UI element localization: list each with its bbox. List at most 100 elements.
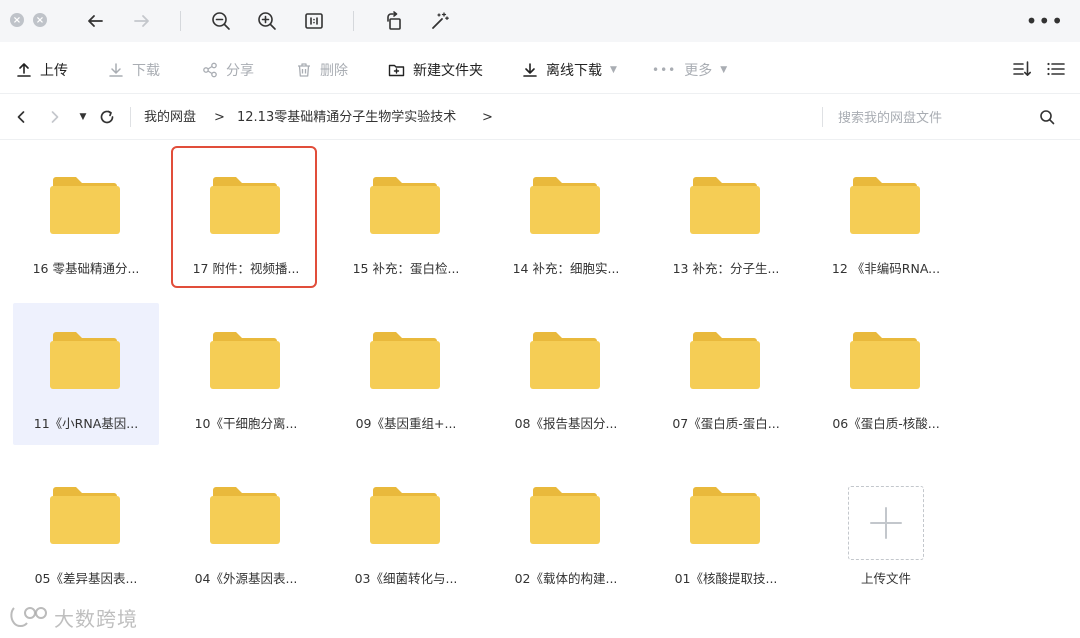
nav-forward-icon[interactable] <box>44 106 66 128</box>
more-options-icon[interactable]: ••• <box>1026 8 1064 34</box>
offline-download-label: 离线下载 <box>546 63 602 79</box>
folder-icon <box>850 332 920 389</box>
folder-label: 16 零基础精通分... <box>32 261 140 276</box>
folder-tile[interactable]: 11《小RNA基因... <box>13 303 159 445</box>
folder-label: 01《核酸提取技... <box>674 571 778 586</box>
folder-icon <box>50 177 120 234</box>
new-folder-icon <box>388 64 405 77</box>
nav-divider <box>130 107 131 127</box>
folder-tile[interactable]: 10《干细胞分离... <box>173 303 319 445</box>
folder-tile[interactable]: 05《差异基因表... <box>13 458 159 600</box>
rotate-icon[interactable] <box>381 8 407 34</box>
folder-label: 07《蛋白质-蛋白... <box>672 416 780 431</box>
upload-dropzone[interactable] <box>848 486 924 560</box>
folder-tile[interactable]: 16 零基础精通分... <box>13 148 159 290</box>
view-controls <box>1012 59 1066 83</box>
folder-tile[interactable]: 06《蛋白质-核酸... <box>813 303 959 445</box>
folder-label: 03《细菌转化与... <box>354 571 458 586</box>
download-icon <box>109 63 123 77</box>
toolbar-divider <box>353 11 354 31</box>
breadcrumb-current[interactable]: 12.13零基础精通分子生物学实验技术 <box>237 108 456 128</box>
breadcrumb-separator: > <box>214 110 225 125</box>
folder-icon <box>50 487 120 544</box>
actual-size-icon[interactable] <box>301 8 327 34</box>
upload-button[interactable]: 上传 <box>16 58 68 82</box>
share-button[interactable]: 分享 <box>202 58 254 82</box>
delete-button[interactable]: 删除 <box>296 58 348 82</box>
folder-label: 04《外源基因表... <box>194 571 298 586</box>
chevron-down-icon: ▼ <box>610 65 617 75</box>
magic-wand-icon[interactable] <box>427 8 453 34</box>
folder-icon <box>370 177 440 234</box>
delete-label: 删除 <box>320 63 348 79</box>
back-arrow-icon[interactable] <box>82 8 108 34</box>
search-icon[interactable] <box>1036 106 1058 128</box>
folder-label: 13 补充：分子生... <box>672 261 780 276</box>
action-toolbar: 上传 下载 分享 删除 新建文件夹 离线下载 ▼ ••• 更多 ▼ <box>0 46 1080 94</box>
folder-tile[interactable]: 03《细菌转化与... <box>333 458 479 600</box>
download-label: 下载 <box>132 63 160 79</box>
folder-icon <box>370 332 440 389</box>
folder-icon <box>50 332 120 389</box>
folder-label: 12 《非编码RNA... <box>831 261 941 276</box>
folder-tile[interactable]: 17 附件：视频播... <box>171 146 317 288</box>
share-label: 分享 <box>226 63 254 79</box>
folder-icon <box>530 487 600 544</box>
folder-tile[interactable]: 01《核酸提取技... <box>653 458 799 600</box>
folder-tile[interactable]: 15 补充：蛋白检... <box>333 148 479 290</box>
zoom-in-icon[interactable] <box>254 8 280 34</box>
folder-icon <box>210 332 280 389</box>
folder-tile[interactable]: 04《外源基因表... <box>173 458 319 600</box>
search-divider <box>822 107 823 127</box>
folder-tile[interactable]: 09《基因重组+... <box>333 303 479 445</box>
folder-label: 08《报告基因分... <box>514 416 618 431</box>
upload-icon <box>17 63 31 77</box>
navigation-bar: ▼ 我的网盘 > 12.13零基础精通分子生物学实验技术 > <box>0 96 1080 140</box>
sort-icon[interactable] <box>1012 59 1032 83</box>
folder-tile[interactable]: 08《报告基因分... <box>493 303 639 445</box>
refresh-icon[interactable] <box>96 106 118 128</box>
new-folder-button[interactable]: 新建文件夹 <box>388 58 483 82</box>
upload-file-label: 上传文件 <box>860 571 911 586</box>
new-folder-label: 新建文件夹 <box>413 63 483 79</box>
zoom-out-icon[interactable] <box>208 8 234 34</box>
list-view-icon[interactable] <box>1046 59 1066 83</box>
folder-label: 06《蛋白质-核酸... <box>832 416 940 431</box>
folder-label: 17 附件：视频播... <box>192 261 300 276</box>
folder-label: 11《小RNA基因... <box>33 416 139 431</box>
share-icon <box>203 62 217 78</box>
close-window-icon[interactable]: × <box>10 13 24 27</box>
more-dots-icon: ••• <box>652 63 677 77</box>
history-dropdown-icon[interactable]: ▼ <box>72 106 94 128</box>
breadcrumb-root[interactable]: 我的网盘 <box>144 108 196 128</box>
offline-download-button[interactable]: 离线下载 ▼ <box>522 58 617 82</box>
folder-label: 10《干细胞分离... <box>194 416 298 431</box>
minimize-window-icon[interactable]: × <box>33 13 47 27</box>
folder-label: 02《载体的构建... <box>514 571 618 586</box>
folder-label: 14 补充：细胞实... <box>512 261 620 276</box>
folder-tile[interactable]: 12 《非编码RNA... <box>813 148 959 290</box>
folder-tile[interactable]: 13 补充：分子生... <box>653 148 799 290</box>
folder-label: 09《基因重组+... <box>355 416 457 431</box>
more-label: 更多 <box>684 63 713 79</box>
folder-label: 15 补充：蛋白检... <box>352 261 460 276</box>
forward-arrow-icon[interactable] <box>129 8 155 34</box>
window-titlebar: × × ••• <box>0 0 1080 42</box>
folder-tile[interactable]: 07《蛋白质-蛋白... <box>653 303 799 445</box>
upload-file-tile[interactable]: 上传文件 <box>813 458 959 600</box>
folder-icon <box>370 487 440 544</box>
download-button[interactable]: 下载 <box>108 58 160 82</box>
folder-icon <box>530 177 600 234</box>
upload-label: 上传 <box>40 63 68 79</box>
folder-icon <box>690 332 760 389</box>
folder-label: 05《差异基因表... <box>34 571 138 586</box>
nav-back-icon[interactable] <box>10 106 32 128</box>
watermark: 大数跨境 <box>8 600 138 634</box>
folder-tile[interactable]: 02《载体的构建... <box>493 458 639 600</box>
search-input[interactable] <box>838 106 1018 130</box>
watermark-logo-icon <box>10 607 47 627</box>
trash-icon <box>298 63 310 77</box>
more-button[interactable]: ••• 更多 ▼ <box>652 58 727 82</box>
folder-tile[interactable]: 14 补充：细胞实... <box>493 148 639 290</box>
watermark-text: 大数跨境 <box>54 606 138 631</box>
